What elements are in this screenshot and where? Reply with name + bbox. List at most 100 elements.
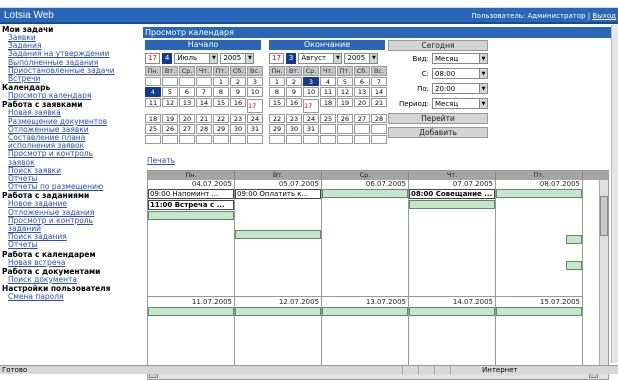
all-day-bar[interactable] bbox=[322, 307, 408, 316]
calendar-day[interactable]: 26 bbox=[337, 113, 353, 123]
calendar-day[interactable]: 27 bbox=[179, 124, 195, 134]
start-day-red[interactable]: 17 bbox=[145, 52, 160, 64]
calendar-day[interactable]: 28 bbox=[371, 113, 387, 123]
calendar-day[interactable]: 29 bbox=[269, 124, 285, 134]
day-date[interactable]: 15.07.2005 bbox=[540, 298, 580, 306]
day-date[interactable]: 04.07.2005 bbox=[192, 180, 232, 188]
go-button[interactable]: Перейти bbox=[388, 113, 488, 124]
calendar-event[interactable]: 11:00 Встреча с ... bbox=[148, 200, 234, 210]
sidebar-link[interactable]: Отчеты bbox=[0, 241, 142, 249]
today-button[interactable]: Сегодня bbox=[388, 40, 488, 51]
calendar-day[interactable]: 7 bbox=[371, 76, 387, 86]
calendar-day[interactable]: 6 bbox=[354, 76, 370, 86]
sidebar-link[interactable]: Смена пароля bbox=[0, 292, 142, 301]
all-day-bar[interactable] bbox=[148, 307, 234, 316]
to-select[interactable]: 20:00 ▼ bbox=[432, 83, 488, 94]
calendar-day[interactable]: 21 bbox=[196, 113, 212, 123]
calendar-day[interactable]: 17 bbox=[247, 98, 263, 113]
calendar-day[interactable]: 20 bbox=[354, 97, 370, 107]
calendar-day[interactable]: 16 bbox=[286, 97, 302, 107]
calendar-day[interactable]: 2 bbox=[286, 76, 302, 86]
calendar-day[interactable]: 8 bbox=[213, 87, 229, 97]
calendar-event[interactable]: 09:00 Напоминт ... bbox=[148, 189, 234, 199]
calendar-day[interactable]: 4 bbox=[320, 76, 336, 86]
calendar-day[interactable]: 21 bbox=[371, 97, 387, 107]
day-date[interactable]: 13.07.2005 bbox=[366, 298, 406, 306]
day-date[interactable]: 11.07.2005 bbox=[192, 298, 232, 306]
from-select[interactable]: 08:00 ▼ bbox=[432, 68, 488, 79]
start-year-select[interactable]: 2005 ▼ bbox=[220, 52, 255, 64]
all-day-bar[interactable] bbox=[235, 230, 321, 239]
calendar-day[interactable]: 13 bbox=[354, 87, 370, 97]
calendar-day[interactable]: 11 bbox=[320, 87, 336, 97]
calendar-day[interactable]: 12 bbox=[337, 87, 353, 97]
day-date[interactable]: 14.07.2005 bbox=[453, 298, 493, 306]
calendar-event[interactable]: 08:00 Совещание ... bbox=[409, 189, 495, 199]
calendar-day[interactable]: 14 bbox=[371, 87, 387, 97]
sidebar-link[interactable]: Новая встреча bbox=[0, 258, 142, 267]
scroll-thumb[interactable] bbox=[600, 196, 608, 236]
calendar-day[interactable]: 10 bbox=[247, 87, 263, 97]
calendar-day[interactable]: 23 bbox=[230, 113, 246, 123]
calendar-day[interactable]: 10 bbox=[303, 87, 319, 97]
calendar-day[interactable]: 2 bbox=[230, 76, 246, 86]
period-select[interactable]: Месяц ▼ bbox=[432, 98, 488, 109]
calendar-day[interactable]: 26 bbox=[162, 124, 178, 134]
calendar-day[interactable]: 25 bbox=[145, 124, 161, 134]
calendar-day[interactable]: 15 bbox=[269, 97, 285, 107]
page-scrollbar[interactable] bbox=[611, 25, 618, 363]
all-day-bar[interactable] bbox=[496, 307, 582, 316]
all-day-bar[interactable] bbox=[148, 211, 234, 220]
all-day-bar[interactable] bbox=[496, 189, 582, 198]
view-select[interactable]: Месяц ▼ bbox=[432, 53, 488, 64]
calendar-day[interactable]: 20 bbox=[179, 113, 195, 123]
calendar-day[interactable]: 12 bbox=[162, 97, 178, 107]
calendar-day[interactable]: 5 bbox=[337, 76, 353, 86]
all-day-bar[interactable] bbox=[409, 200, 495, 209]
calendar-day[interactable]: 5 bbox=[162, 87, 178, 97]
end-day-red[interactable]: 17 bbox=[269, 52, 284, 64]
calendar-day[interactable]: 15 bbox=[213, 97, 229, 107]
print-link[interactable]: Печать bbox=[147, 156, 175, 165]
calendar-day[interactable]: 3 bbox=[247, 76, 263, 86]
calendar-day[interactable]: 19 bbox=[162, 113, 178, 123]
add-button[interactable]: Добавить bbox=[388, 127, 488, 138]
calendar-day[interactable]: 31 bbox=[247, 124, 263, 134]
calendar-day[interactable]: 22 bbox=[269, 113, 285, 123]
end-month-select[interactable]: Август ▼ bbox=[298, 52, 343, 64]
logout-link[interactable]: Выход bbox=[592, 12, 616, 20]
sidebar-link[interactable]: Отчеты по размещению bbox=[0, 183, 142, 191]
calendar-day[interactable]: 8 bbox=[269, 87, 285, 97]
calendar-day[interactable]: 6 bbox=[179, 87, 195, 97]
all-day-bar[interactable] bbox=[566, 235, 582, 244]
day-date[interactable]: 12.07.2005 bbox=[279, 298, 319, 306]
calendar-day[interactable]: 9 bbox=[286, 87, 302, 97]
calendar-day[interactable]: 23 bbox=[286, 113, 302, 123]
calendar-day[interactable]: 22 bbox=[213, 113, 229, 123]
start-day-blue[interactable]: 4 bbox=[161, 52, 173, 64]
calendar-day[interactable]: 16 bbox=[230, 97, 246, 107]
calendar-day[interactable]: 9 bbox=[230, 87, 246, 97]
vertical-scrollbar[interactable] bbox=[599, 180, 608, 367]
calendar-day[interactable]: 18 bbox=[320, 97, 336, 107]
day-date[interactable]: 07.07.2005 bbox=[453, 180, 493, 188]
calendar-event[interactable]: 09:00 Оплатить к... bbox=[235, 189, 321, 199]
sidebar-link[interactable]: Встречи bbox=[0, 74, 142, 83]
calendar-day[interactable]: 29 bbox=[213, 124, 229, 134]
calendar-day[interactable]: 1 bbox=[269, 76, 285, 86]
calendar-day[interactable]: 19 bbox=[337, 97, 353, 107]
calendar-day[interactable]: 7 bbox=[196, 87, 212, 97]
calendar-day[interactable]: 30 bbox=[230, 124, 246, 134]
calendar-day[interactable]: 31 bbox=[303, 124, 319, 134]
calendar-day[interactable]: 17 bbox=[303, 98, 319, 113]
calendar-day[interactable]: 13 bbox=[179, 97, 195, 107]
calendar-day[interactable]: 4 bbox=[145, 87, 161, 97]
calendar-day[interactable]: 3 bbox=[303, 76, 319, 86]
calendar-day[interactable]: 27 bbox=[354, 113, 370, 123]
calendar-day[interactable]: 25 bbox=[320, 113, 336, 123]
calendar-day[interactable]: 1 bbox=[213, 76, 229, 86]
all-day-bar[interactable] bbox=[409, 307, 495, 316]
calendar-day[interactable]: 28 bbox=[196, 124, 212, 134]
day-date[interactable]: 05.07.2005 bbox=[279, 180, 319, 188]
day-date[interactable]: 06.07.2005 bbox=[366, 180, 406, 188]
